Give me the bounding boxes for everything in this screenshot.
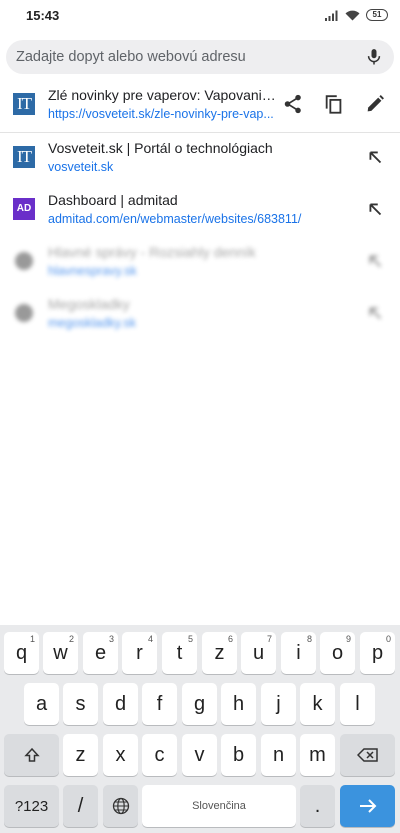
key-u[interactable]: u7 [241, 632, 276, 674]
key-s[interactable]: s [63, 683, 98, 725]
vosveteit-logo-icon: IT [13, 146, 35, 168]
shift-key[interactable] [4, 734, 59, 776]
suggestion-title: Megoskladky [48, 296, 130, 312]
key-l[interactable]: l [340, 683, 375, 725]
language-key[interactable] [103, 785, 138, 827]
shift-arrow-icon [23, 747, 40, 762]
arrow-up-left-icon[interactable] [364, 198, 386, 220]
backspace-icon [356, 748, 378, 762]
status-time: 15:43 [26, 8, 60, 23]
suggestion-url: https://vosveteit.sk/zle-novinky-pre-vap… [48, 107, 274, 121]
key-z[interactable]: z [63, 734, 98, 776]
suggestion-url: vosveteit.sk [48, 160, 114, 174]
key-b[interactable]: b [221, 734, 256, 776]
key-k[interactable]: k [300, 683, 335, 725]
suggestion-item[interactable]: Hlavné správy - Rozsiahly denník hlavnes… [0, 237, 400, 289]
go-key[interactable] [340, 785, 395, 827]
suggestion-item[interactable]: Megoskladky megoskladky.sk [0, 289, 400, 341]
microphone-icon[interactable] [364, 47, 384, 67]
key-t[interactable]: t5 [162, 632, 197, 674]
symbols-key[interactable]: ?123 [4, 785, 59, 827]
suggestion-title: Dashboard | admitad [48, 192, 178, 208]
key-x[interactable]: x [103, 734, 138, 776]
suggestion-item[interactable]: AD Dashboard | admitad admitad.com/en/we… [0, 185, 400, 237]
period-key[interactable]: . [300, 785, 335, 827]
arrow-up-left-icon[interactable] [364, 302, 386, 324]
arrow-right-icon [359, 799, 376, 813]
key-v[interactable]: v [182, 734, 217, 776]
share-icon[interactable] [282, 93, 304, 115]
key-r[interactable]: r4 [122, 632, 157, 674]
search-input[interactable] [16, 40, 356, 74]
backspace-key[interactable] [340, 734, 395, 776]
omnibox[interactable] [6, 40, 394, 74]
suggestion-url: hlavnespravy.sk [48, 264, 137, 278]
admitad-logo-icon: AD [13, 198, 35, 220]
battery-icon: 51 [366, 9, 388, 21]
globe-icon [15, 252, 33, 270]
key-q[interactable]: q1 [4, 632, 39, 674]
suggestion-title: Hlavné správy - Rozsiahly denník [48, 244, 256, 260]
wifi-icon [345, 10, 360, 20]
key-e[interactable]: e3 [83, 632, 118, 674]
suggestion-title: Vosveteit.sk | Portál o technológiach [48, 140, 273, 156]
key-n[interactable]: n [261, 734, 296, 776]
globe-icon [15, 304, 33, 322]
key-m[interactable]: m [300, 734, 335, 776]
key-c[interactable]: c [142, 734, 177, 776]
key-g[interactable]: g [182, 683, 217, 725]
status-icons: 51 [325, 8, 388, 22]
battery-level: 51 [372, 10, 382, 19]
soft-keyboard: q1 w2 e3 r4 t5 z6 u7 i8 o9 p0 a s d f g … [0, 625, 400, 833]
status-bar: 15:43 51 [0, 0, 400, 32]
key-o[interactable]: o9 [320, 632, 355, 674]
globe-icon [112, 797, 129, 815]
key-z[interactable]: z6 [202, 632, 237, 674]
key-d[interactable]: d [103, 683, 138, 725]
key-h[interactable]: h [221, 683, 256, 725]
suggestion-url: admitad.com/en/webmaster/websites/683811… [48, 212, 302, 226]
space-key[interactable]: Slovenčina [142, 785, 296, 827]
edit-icon[interactable] [364, 93, 386, 115]
key-a[interactable]: a [24, 683, 59, 725]
arrow-up-left-icon[interactable] [364, 250, 386, 272]
key-p[interactable]: p0 [360, 632, 395, 674]
key-j[interactable]: j [261, 683, 296, 725]
signal-icon [325, 10, 338, 21]
slash-key[interactable]: / [63, 785, 98, 827]
suggestion-item[interactable]: IT Zlé novinky pre vaperov: Vapovanie...… [0, 80, 400, 132]
key-f[interactable]: f [142, 683, 177, 725]
copy-icon[interactable] [323, 93, 345, 115]
arrow-up-left-icon[interactable] [364, 146, 386, 168]
suggestion-item[interactable]: IT Vosveteit.sk | Portál o technológiach… [0, 133, 400, 185]
suggestion-title: Zlé novinky pre vaperov: Vapovanie... [48, 87, 276, 103]
key-w[interactable]: w2 [43, 632, 78, 674]
suggestion-url: megoskladky.sk [48, 316, 136, 330]
key-i[interactable]: i8 [281, 632, 316, 674]
vosveteit-logo-icon: IT [13, 93, 35, 115]
